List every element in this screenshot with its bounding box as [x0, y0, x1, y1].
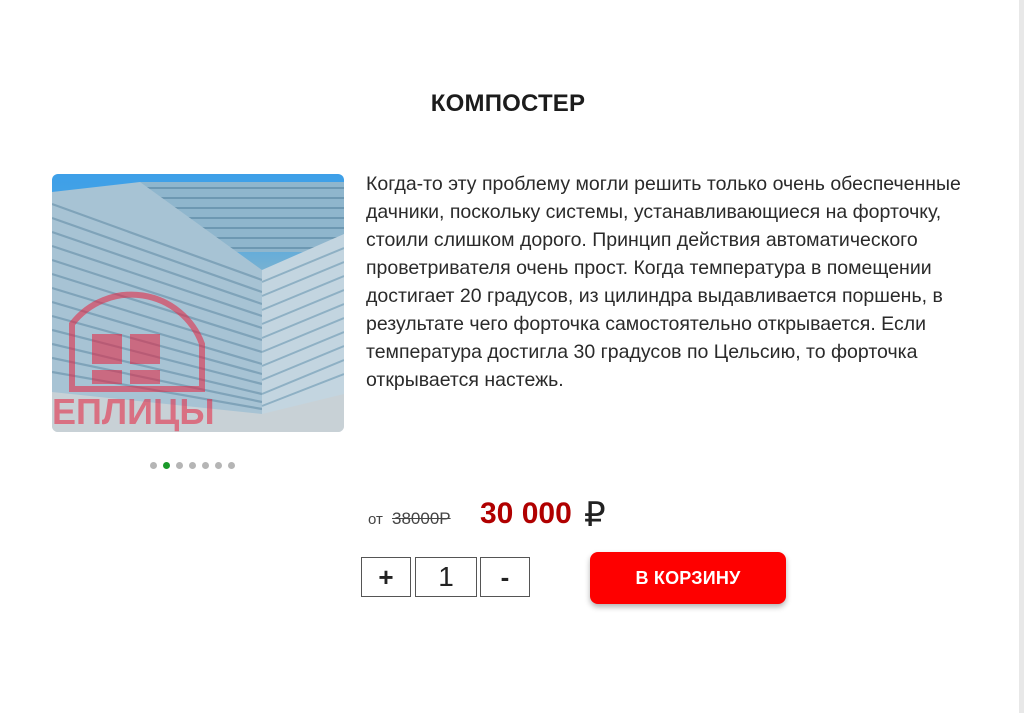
- product-title: КОМПОСТЕР: [430, 90, 586, 117]
- product-image[interactable]: ЕПЛИЦЫ: [52, 174, 344, 432]
- gallery-pagination: [150, 462, 235, 469]
- old-price: 38000Р: [392, 509, 451, 528]
- svg-text:ЕПЛИЦЫ: ЕПЛИЦЫ: [52, 391, 215, 432]
- page-scrollbar[interactable]: [1019, 0, 1024, 713]
- gallery-dot[interactable]: [176, 462, 183, 469]
- gallery-dot[interactable]: [150, 462, 157, 469]
- product-description: Когда-то эту проблему могли решить тольк…: [366, 173, 961, 391]
- price-from-label: от: [368, 511, 383, 528]
- gallery-dot[interactable]: [228, 462, 235, 469]
- quantity-input[interactable]: 1: [415, 557, 477, 597]
- add-to-cart-button[interactable]: В КОРЗИНУ: [590, 552, 786, 604]
- gallery-dot-active[interactable]: [163, 462, 170, 469]
- gallery-dot[interactable]: [215, 462, 222, 469]
- gallery-dot[interactable]: [202, 462, 209, 469]
- currency-symbol: ₽: [584, 496, 606, 534]
- quantity-plus-button[interactable]: +: [361, 557, 411, 597]
- quantity-minus-button[interactable]: -: [480, 557, 530, 597]
- gallery-dot[interactable]: [189, 462, 196, 469]
- composter-right-wall: [261, 234, 344, 414]
- current-price: 30 000: [480, 497, 572, 530]
